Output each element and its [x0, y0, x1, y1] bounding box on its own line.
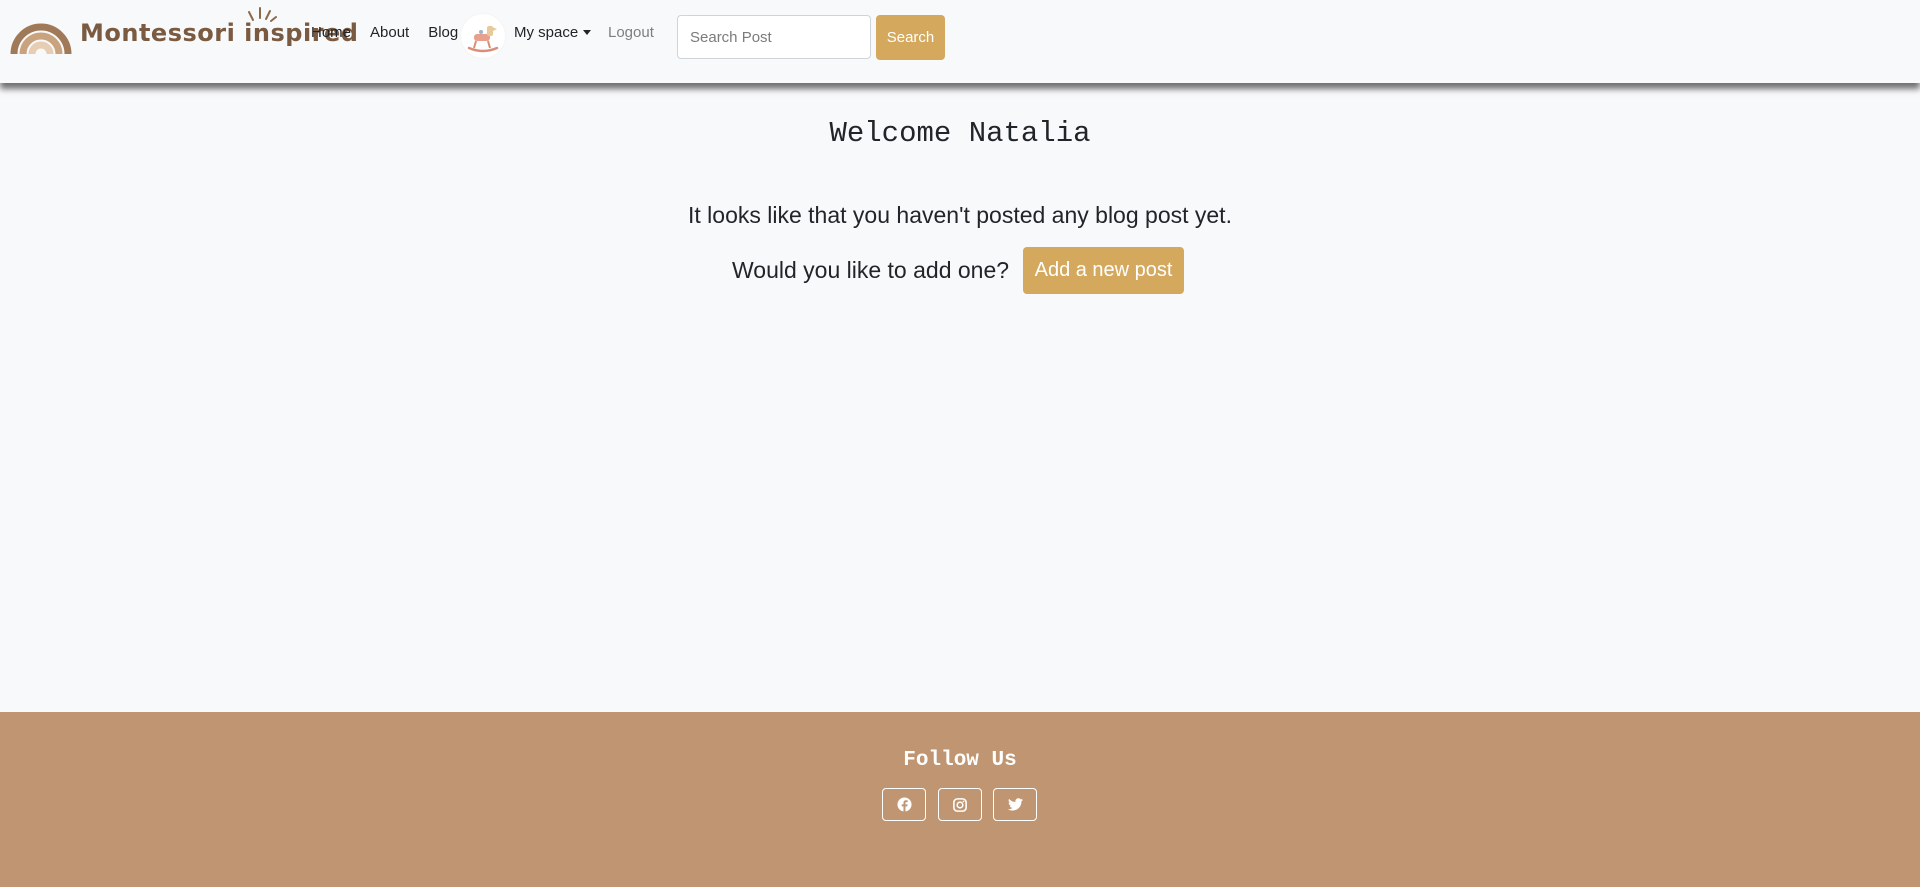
instagram-icon — [953, 797, 967, 812]
welcome-heading: Welcome Natalia — [829, 117, 1091, 150]
brand-logo-link[interactable]: Montessori inspired — [10, 6, 358, 56]
rainbow-logo-icon — [10, 23, 72, 55]
footer: Follow Us — [0, 712, 1920, 887]
nav-link-blog[interactable]: Blog — [428, 24, 458, 41]
avatar[interactable] — [461, 14, 505, 58]
facebook-button[interactable] — [882, 788, 926, 821]
navbar: Montessori inspired Home About Blog My s… — [0, 0, 1920, 83]
twitter-button[interactable] — [993, 788, 1037, 821]
nav-links: Home About Blog — [311, 24, 477, 41]
nav-link-home[interactable]: Home — [311, 24, 351, 41]
my-space-label: My space — [514, 24, 579, 41]
add-new-post-button[interactable]: Add a new post — [1023, 247, 1185, 294]
instagram-button[interactable] — [938, 788, 982, 821]
add-question-text: Would you like to add one? — [732, 257, 1010, 283]
follow-us-heading: Follow Us — [903, 749, 1017, 772]
no-posts-message: It looks like that you haven't posted an… — [688, 202, 1232, 228]
rocking-horse-icon — [467, 26, 499, 53]
nav-link-about[interactable]: About — [370, 24, 409, 41]
twitter-icon — [1007, 798, 1023, 811]
add-post-row: Would you like to add one? Add a new pos… — [732, 247, 1185, 294]
search-button[interactable]: Search — [876, 15, 945, 60]
facebook-icon — [896, 797, 912, 812]
my-space-dropdown[interactable]: My space — [514, 24, 592, 41]
search-input[interactable] — [677, 15, 871, 59]
sun-rays-icon — [248, 7, 277, 22]
logout-link[interactable]: Logout — [608, 24, 654, 41]
caret-down-icon — [583, 30, 592, 35]
